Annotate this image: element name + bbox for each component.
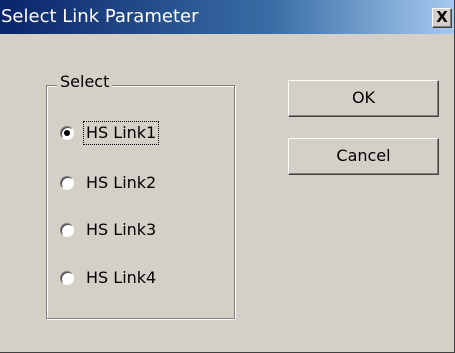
ok-button[interactable]: OK bbox=[288, 80, 439, 117]
radio-button[interactable] bbox=[60, 126, 74, 140]
select-link-parameter-dialog: Select Link Parameter X Select HS Link1 … bbox=[0, 0, 455, 353]
group-label: Select bbox=[57, 71, 113, 93]
close-button[interactable]: X bbox=[432, 8, 452, 28]
radio-option-hs-link2[interactable]: HS Link2 bbox=[60, 171, 158, 195]
window-title: Select Link Parameter bbox=[1, 6, 199, 27]
radio-label[interactable]: HS Link3 bbox=[84, 219, 158, 241]
radio-label[interactable]: HS Link2 bbox=[84, 172, 158, 194]
title-bar[interactable]: Select Link Parameter X bbox=[0, 0, 454, 34]
radio-label[interactable]: HS Link1 bbox=[82, 121, 160, 145]
radio-option-hs-link4[interactable]: HS Link4 bbox=[60, 266, 158, 290]
radio-button[interactable] bbox=[60, 271, 74, 285]
radio-button[interactable] bbox=[60, 223, 74, 237]
radio-button[interactable] bbox=[60, 176, 74, 190]
radio-selected-dot bbox=[64, 130, 70, 136]
radio-option-hs-link1[interactable]: HS Link1 bbox=[60, 121, 160, 145]
cancel-button[interactable]: Cancel bbox=[288, 138, 439, 175]
radio-label[interactable]: HS Link4 bbox=[84, 267, 158, 289]
close-icon: X bbox=[436, 8, 448, 26]
radio-option-hs-link3[interactable]: HS Link3 bbox=[60, 218, 158, 242]
